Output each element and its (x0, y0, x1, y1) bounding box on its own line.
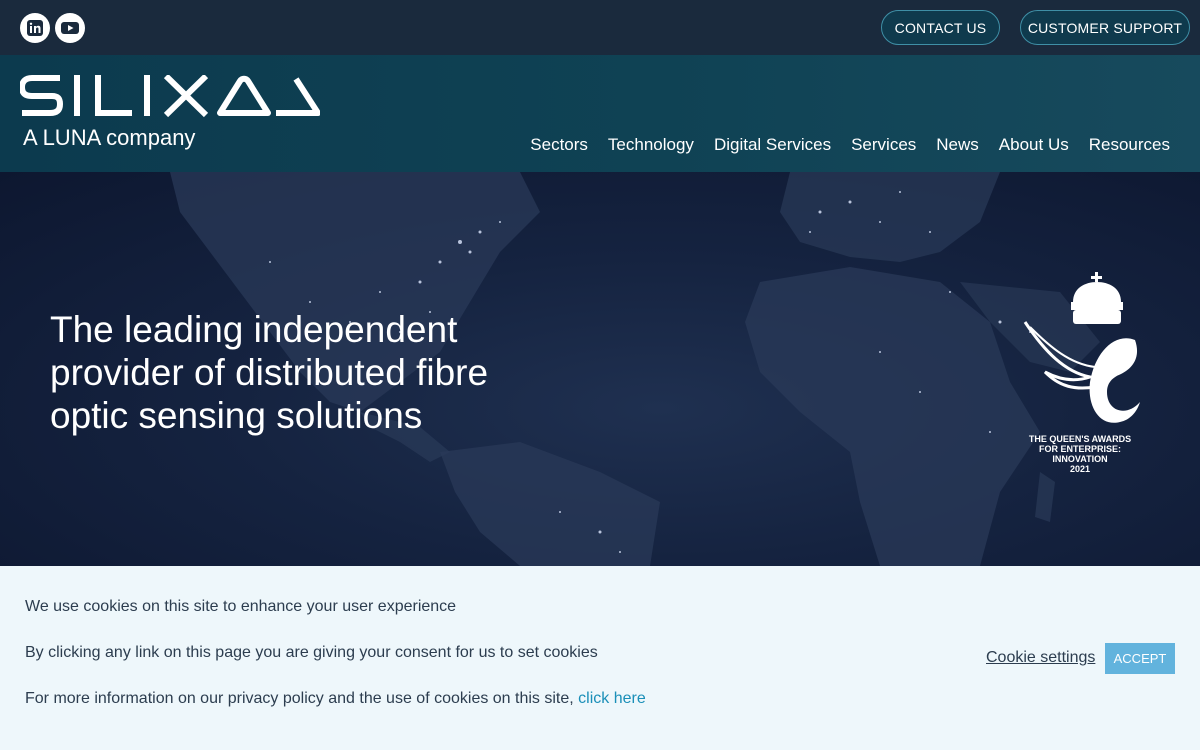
customer-support-button[interactable]: CUSTOMER SUPPORT (1020, 10, 1190, 45)
nav-item-news[interactable]: News (936, 135, 979, 155)
cookie-message-line: By clicking any link on this page you ar… (25, 644, 598, 661)
queens-award-caption: THE QUEEN'S AWARDS FOR ENTERPRISE: INNOV… (1010, 434, 1150, 474)
nav-item-sectors[interactable]: Sectors (530, 135, 588, 155)
nav-item-services[interactable]: Services (851, 135, 916, 155)
nav-item-digital-services[interactable]: Digital Services (714, 135, 831, 155)
contact-us-button[interactable]: CONTACT US (881, 10, 1000, 45)
privacy-click-here-link[interactable]: click here (578, 690, 646, 707)
cookie-banner: We use cookies on this site to enhance y… (0, 566, 1200, 750)
cookie-message-line: For more information on our privacy poli… (25, 690, 646, 708)
main-nav: Sectors Technology Digital Services Serv… (530, 135, 1170, 155)
award-line: FOR ENTERPRISE: (1038, 444, 1121, 454)
site-header: A LUNA company Sectors Technology Digita… (0, 55, 1200, 172)
hero-headline: The leading independent provider of dist… (50, 309, 489, 436)
nav-item-technology[interactable]: Technology (608, 135, 694, 155)
cookie-settings-link[interactable]: Cookie settings (986, 649, 1095, 667)
cookie-privacy-text: For more information on our privacy poli… (25, 690, 579, 707)
logo-tagline: A LUNA company (23, 125, 195, 150)
award-line: 2021 (1069, 464, 1091, 474)
youtube-icon[interactable] (55, 13, 85, 43)
award-line: INNOVATION (1052, 454, 1108, 464)
silixa-logo[interactable]: A LUNA company (20, 75, 320, 155)
accept-cookies-button[interactable]: ACCEPT (1105, 643, 1175, 674)
hero-banner: The leading independent provider of dist… (0, 172, 1200, 566)
top-bar: CONTACT US CUSTOMER SUPPORT (0, 0, 1200, 55)
cookie-message-line: We use cookies on this site to enhance y… (25, 598, 457, 615)
nav-item-about-us[interactable]: About Us (999, 135, 1069, 155)
award-line: THE QUEEN'S AWARDS (1028, 434, 1132, 444)
linkedin-icon[interactable] (20, 13, 50, 43)
nav-item-resources[interactable]: Resources (1089, 135, 1170, 155)
